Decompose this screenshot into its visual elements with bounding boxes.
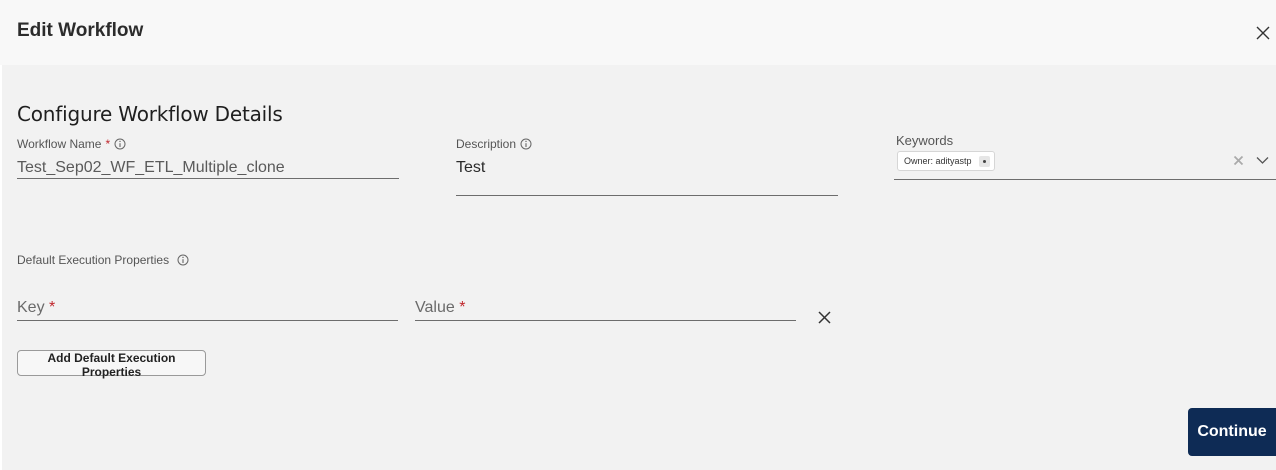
chip-remove-icon bbox=[982, 159, 986, 163]
chip-remove-button[interactable] bbox=[978, 155, 990, 167]
description-underline bbox=[456, 195, 838, 196]
value-placeholder: Value * bbox=[415, 299, 796, 317]
value-input[interactable]: Value * bbox=[415, 299, 796, 321]
execution-properties-label: Default Execution Properties bbox=[17, 253, 189, 267]
description-field[interactable]: Description Test bbox=[456, 137, 838, 196]
left-edge bbox=[0, 65, 2, 470]
chevron-down-icon[interactable] bbox=[1256, 156, 1269, 165]
required-mark: * bbox=[49, 299, 56, 316]
workflow-name-input[interactable]: Test_Sep02_WF_ETL_Multiple_clone bbox=[17, 159, 399, 177]
info-icon[interactable] bbox=[177, 254, 189, 266]
description-input[interactable]: Test bbox=[456, 159, 838, 177]
required-mark: * bbox=[105, 137, 111, 151]
remove-row-button[interactable] bbox=[817, 310, 832, 325]
key-input[interactable]: Key * bbox=[17, 299, 398, 321]
keywords-underline bbox=[894, 179, 1276, 180]
dialog-header: Edit Workflow bbox=[0, 0, 1276, 65]
key-underline bbox=[17, 320, 398, 321]
value-placeholder-text: Value bbox=[415, 299, 455, 316]
add-execution-property-button[interactable]: Add Default Execution Properties bbox=[17, 350, 206, 379]
info-icon[interactable] bbox=[520, 138, 532, 150]
close-icon bbox=[1256, 26, 1270, 40]
description-label-text: Description bbox=[456, 137, 517, 151]
keyword-chip-label: Owner: adityastp bbox=[904, 156, 972, 166]
remove-row-icon bbox=[818, 311, 831, 324]
clear-icon[interactable] bbox=[1233, 155, 1244, 166]
key-placeholder-text: Key bbox=[17, 299, 45, 316]
workflow-name-field[interactable]: Workflow Name * Test_Sep02_WF_ETL_Multipl… bbox=[17, 137, 399, 179]
continue-button[interactable]: Continue bbox=[1188, 408, 1276, 456]
keywords-label: Keywords bbox=[896, 133, 954, 148]
key-placeholder: Key * bbox=[17, 299, 398, 317]
description-label: Description bbox=[456, 137, 838, 151]
workflow-name-label: Workflow Name * bbox=[17, 137, 399, 151]
workflow-name-underline bbox=[17, 178, 399, 179]
info-icon[interactable] bbox=[114, 138, 126, 150]
close-button[interactable] bbox=[1254, 24, 1272, 42]
dialog-title: Edit Workflow bbox=[17, 20, 144, 41]
value-underline bbox=[415, 320, 796, 321]
required-mark: * bbox=[459, 299, 466, 316]
workflow-name-label-text: Workflow Name bbox=[17, 137, 102, 151]
section-title: Configure Workflow Details bbox=[17, 102, 283, 126]
keyword-chip[interactable]: Owner: adityastp bbox=[897, 151, 995, 171]
execution-properties-label-text: Default Execution Properties bbox=[17, 253, 170, 267]
